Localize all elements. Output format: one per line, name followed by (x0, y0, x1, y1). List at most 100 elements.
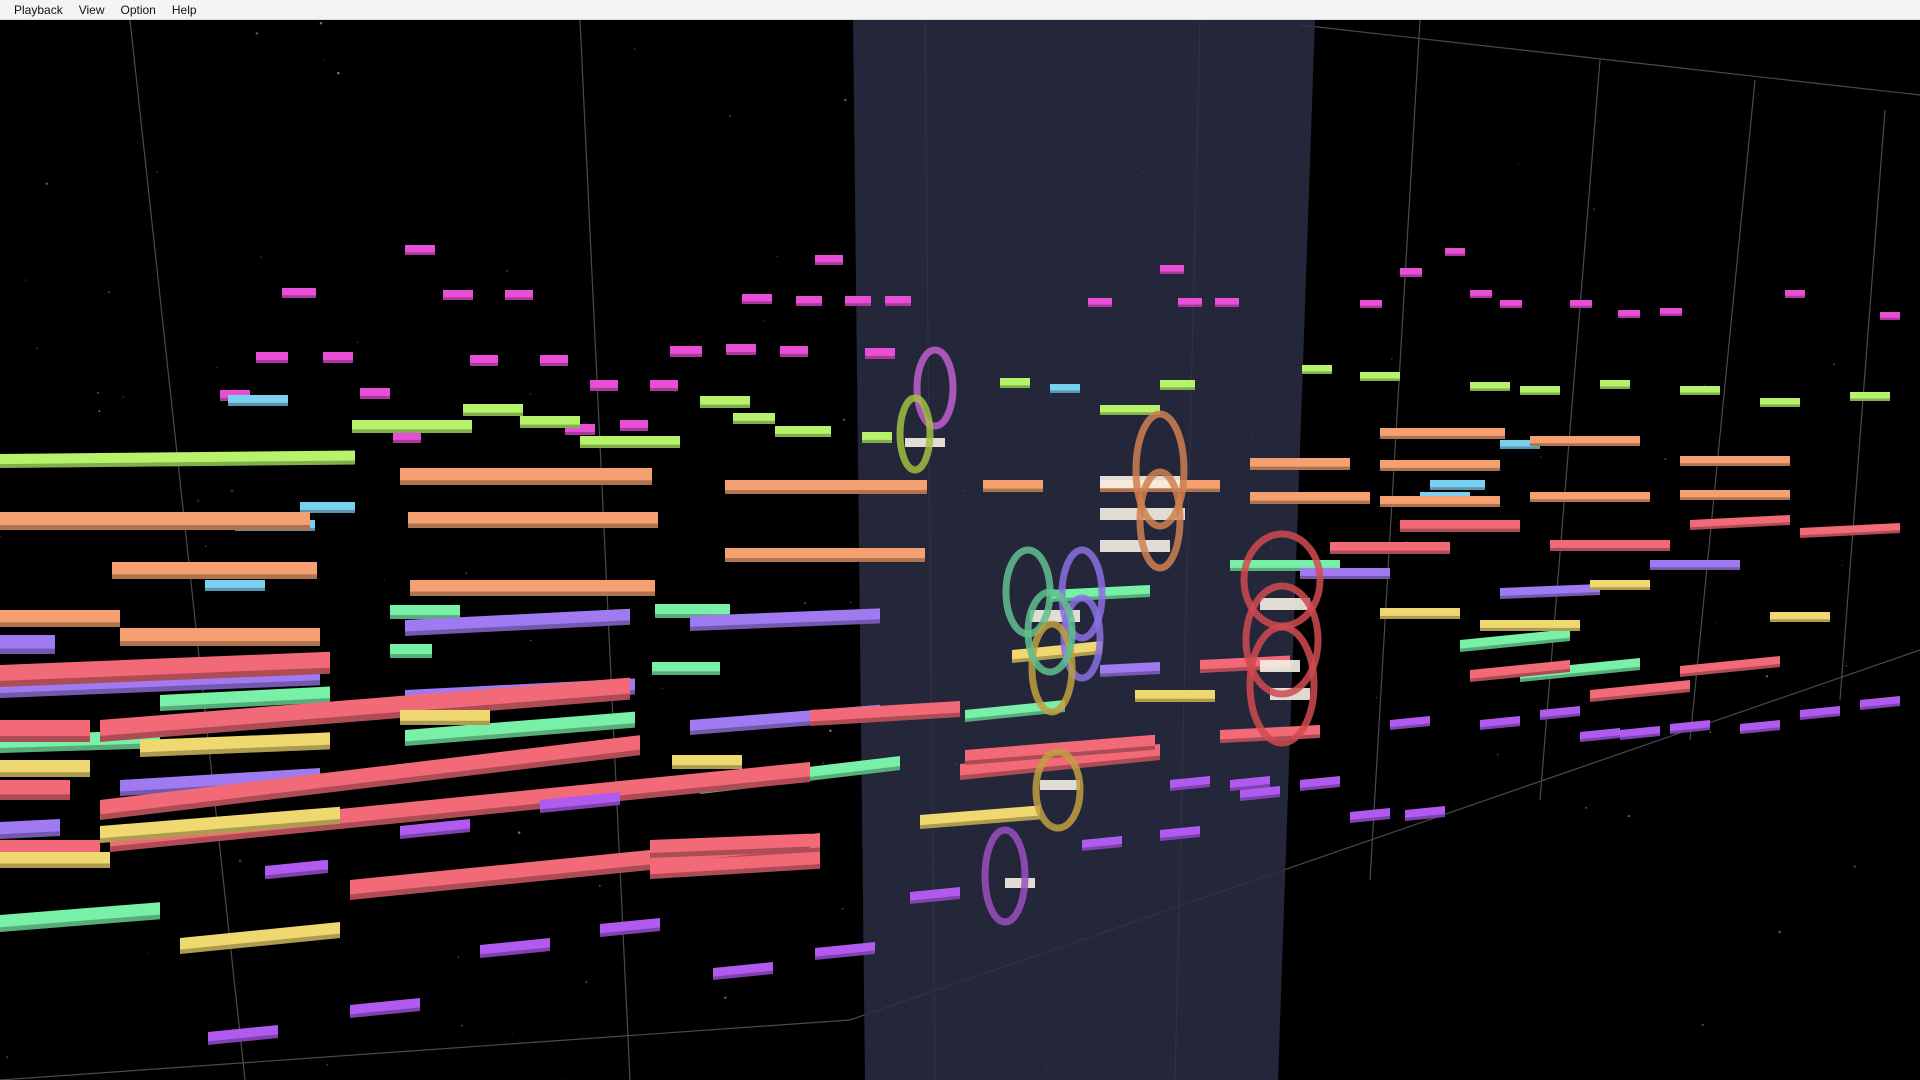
note-bar-shade (1400, 528, 1520, 532)
star (97, 392, 99, 394)
star (98, 410, 101, 413)
note-bar-shade (1250, 466, 1350, 470)
note-bar-shade (408, 523, 658, 528)
note-bar-shade (775, 433, 831, 437)
note-bar-shade (742, 301, 772, 304)
star (1375, 696, 1378, 699)
note-bar-shade (256, 359, 288, 363)
note-bar-shade (815, 262, 843, 265)
note-bar-shade (1088, 304, 1112, 307)
star (204, 545, 207, 548)
note-bar-shade (1380, 435, 1505, 439)
star (1841, 564, 1843, 566)
active-note (1005, 878, 1035, 888)
note-bar-shade (410, 591, 655, 596)
note-bar-shade (650, 387, 678, 391)
note-bar-shade (1470, 388, 1510, 391)
menu-view[interactable]: View (71, 1, 113, 19)
star (1585, 806, 1588, 809)
note-bar-shade (1680, 463, 1790, 466)
note-bar-shade (1680, 392, 1720, 395)
note-bar-shade (0, 772, 90, 777)
star (6, 1056, 9, 1059)
note-bar-shade (1785, 295, 1805, 298)
star (564, 1077, 567, 1080)
note-bar-shade (1360, 378, 1400, 381)
star (1391, 358, 1393, 360)
star (1517, 164, 1519, 166)
note-bar-shade (1650, 567, 1740, 570)
note-bar-shade (1550, 547, 1670, 551)
note-bar-shade (733, 420, 775, 424)
active-note (1260, 660, 1300, 672)
note-bar-shade (580, 444, 680, 448)
menu-playback[interactable]: Playback (6, 1, 71, 19)
note-bar-shade (1500, 446, 1540, 449)
note-bar-shade (1770, 619, 1830, 622)
note-bar-shade (1178, 304, 1202, 307)
note-bar-shade (1480, 627, 1580, 631)
star (108, 291, 110, 294)
note-bar-shade (1215, 304, 1239, 307)
star (724, 996, 727, 999)
menu-bar: Playback View Option Help (0, 0, 1920, 20)
star (357, 341, 359, 343)
active-note (1040, 780, 1080, 790)
star (215, 367, 218, 369)
note-bar-shade (0, 622, 120, 627)
note-bar-shade (463, 412, 523, 416)
note-bar-shade (1160, 387, 1195, 390)
star (505, 269, 509, 273)
note-bar-shade (1530, 443, 1640, 446)
note-bar-shade (1000, 385, 1030, 388)
menu-help[interactable]: Help (164, 1, 205, 19)
note-bar-shade (725, 558, 925, 562)
star (850, 601, 852, 604)
note-bar-shade (620, 427, 648, 431)
star (1496, 753, 1499, 756)
star (238, 859, 242, 863)
note-bar-shade (400, 720, 490, 725)
star (634, 48, 636, 50)
note-bar-shade (360, 395, 390, 399)
active-note (905, 438, 945, 447)
note-bar-shade (590, 387, 618, 391)
note-bar-shade (1430, 487, 1485, 490)
menu-option[interactable]: Option (113, 1, 164, 19)
star (260, 256, 263, 259)
note-bar-shade (1680, 497, 1790, 500)
star (829, 729, 832, 733)
note-bar-shade (885, 303, 911, 306)
note-bar-shade (1380, 467, 1500, 471)
note-bar-shade (1660, 313, 1682, 316)
star (822, 761, 825, 765)
note-bar-shade (845, 303, 871, 306)
note-visualizer-canvas[interactable] (0, 20, 1920, 1080)
star (1709, 731, 1712, 734)
note-bar-shade (1520, 392, 1560, 395)
note-bar-shade (700, 404, 750, 408)
star (336, 71, 340, 75)
note-bar-shade (780, 353, 808, 357)
note-bar-shade (672, 765, 742, 769)
note-bar-shade (1160, 271, 1184, 274)
note-bar-shade (1530, 499, 1650, 502)
note-bar-shade (1850, 398, 1890, 401)
star (842, 418, 845, 421)
note-bar-shade (282, 295, 316, 298)
note-bar-shade (1100, 488, 1220, 492)
note-bar-shade (0, 863, 110, 868)
star (585, 981, 588, 984)
note-bar-shade (205, 587, 265, 591)
star (35, 347, 39, 350)
star (323, 58, 325, 61)
note-bar-shade (0, 735, 90, 742)
star (1701, 1023, 1704, 1026)
star (464, 572, 468, 575)
note-bar-shade (865, 355, 895, 359)
star (1716, 621, 1718, 624)
note-bar-shade (1600, 386, 1630, 389)
star (762, 320, 765, 322)
note-bar-shade (505, 297, 533, 300)
note-bar-shade (520, 424, 580, 428)
